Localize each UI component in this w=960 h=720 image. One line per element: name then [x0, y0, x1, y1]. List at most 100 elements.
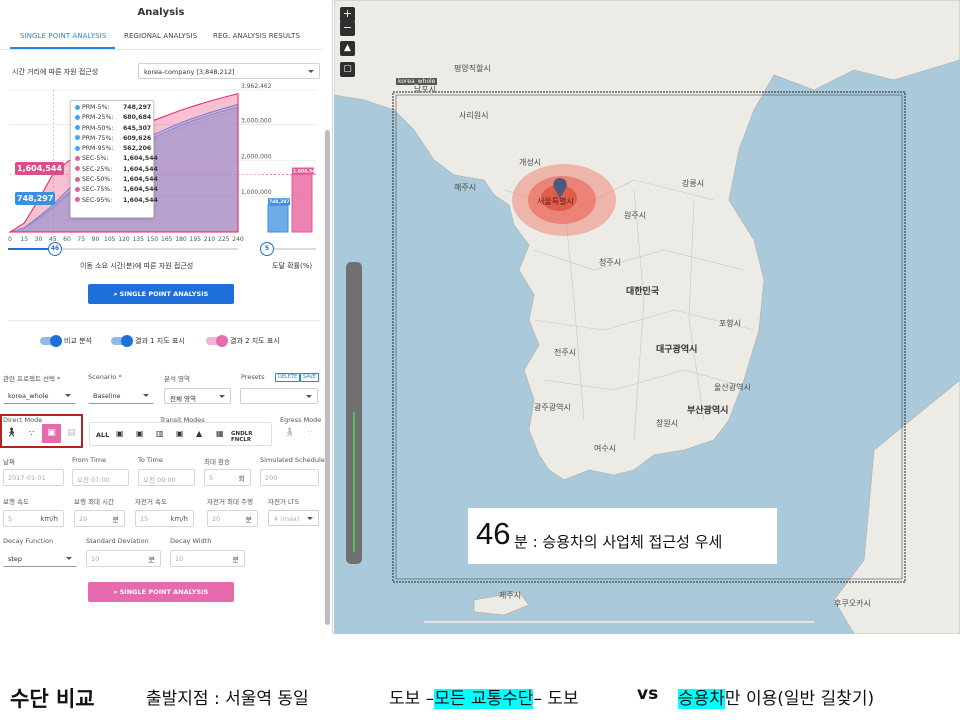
- scenario-label: Scenario *: [88, 373, 122, 381]
- caption-text: 분 : 승용차의 사업체 접근성 우세: [514, 533, 723, 551]
- map-label: 후쿠오카시: [834, 599, 871, 608]
- zoom-out-button[interactable]: −: [340, 21, 355, 36]
- fullscreen-icon[interactable]: ▢: [340, 62, 355, 77]
- map-label: 대구광역시: [656, 345, 698, 355]
- map-time-slider-fill: [353, 412, 355, 552]
- toggle-knob: [50, 335, 62, 347]
- decay-width-label: Decay Width: [170, 537, 212, 545]
- walk-max-unit: 분: [112, 516, 119, 524]
- footer-compare-b: 승용차만 이용(일반 길찾기): [678, 684, 874, 709]
- sim-schedule-field[interactable]: 200: [260, 469, 319, 486]
- x-tick-label: 75: [77, 236, 85, 243]
- max-transfer-field[interactable]: 5회: [204, 469, 251, 486]
- accessibility-chart: 748,2971,604,544 0 15 30 45 60 75 90 105 120 135 1…: [8, 83, 318, 243]
- tooltip-row: PRM-25%: 680,684: [75, 114, 151, 124]
- run-button-label: SINGLE POINT ANALYSIS: [119, 290, 209, 298]
- egress-bike-icon[interactable]: ∵: [300, 424, 319, 443]
- std-field[interactable]: 10 분: [86, 550, 161, 567]
- panel-scrollbar[interactable]: [325, 130, 330, 625]
- result1-toggle[interactable]: [111, 335, 133, 347]
- tram-icon[interactable]: ▣: [136, 429, 144, 438]
- decay-width-field[interactable]: 10 분: [170, 550, 245, 567]
- prob-slider-handle[interactable]: 5: [260, 242, 274, 256]
- region-select[interactable]: 전체 영역: [164, 388, 231, 404]
- bike-lts-select[interactable]: 4 (max): [268, 510, 319, 526]
- to-time-field[interactable]: 오전 09:00: [138, 469, 195, 486]
- bike-max-field[interactable]: 20 분: [207, 510, 258, 527]
- series-dot-icon: [75, 104, 80, 110]
- result2-toggle[interactable]: [206, 335, 228, 347]
- cable-car-icon[interactable]: ▦: [216, 429, 224, 438]
- delete-preset-button[interactable]: DELETE: [275, 373, 301, 382]
- series-dot-icon: [75, 145, 80, 151]
- region-label: 분석 영역: [164, 375, 190, 383]
- map-label: 청주시: [599, 258, 622, 267]
- tooltip-series-name: SEC-75%:: [82, 186, 113, 194]
- walk-max-field[interactable]: 20 분: [74, 510, 125, 527]
- panel-title: Analysis: [137, 7, 185, 18]
- zoom-in-button[interactable]: +: [340, 7, 355, 22]
- series-dot-icon: [75, 155, 80, 161]
- tab-regional[interactable]: REGIONAL ANALYSIS: [124, 32, 197, 40]
- map-time-slider[interactable]: [346, 262, 362, 564]
- x-tick-label: 0: [8, 236, 12, 243]
- walk-speed-field[interactable]: 5 km/h: [3, 510, 64, 527]
- transit-all-button[interactable]: ALL: [96, 431, 109, 439]
- bike-speed-field[interactable]: 15 km/h: [135, 510, 194, 527]
- std-value: 10: [91, 555, 100, 563]
- decay-fn-select[interactable]: step: [3, 551, 77, 567]
- tooltip-series-name: SEC-95%:: [82, 196, 113, 204]
- date-field[interactable]: 2017-01-01: [3, 469, 64, 486]
- tooltip-row: SEC-25%: 1,604,544: [75, 166, 158, 176]
- tooltip-row: PRM-5%: 748,297: [75, 104, 152, 114]
- subway-icon[interactable]: ▥: [156, 429, 164, 438]
- max-transfer-unit: 회: [238, 475, 245, 483]
- presets-select[interactable]: [240, 388, 318, 404]
- ferry-icon[interactable]: ▲: [196, 429, 202, 438]
- series-dot-icon: [75, 186, 80, 192]
- x-tick-label: 105: [104, 236, 116, 243]
- map-label: 사리원시: [459, 111, 489, 120]
- series-dot-icon: [75, 114, 80, 120]
- tab-single-point[interactable]: SINGLE POINT ANALYSIS: [20, 32, 106, 40]
- rail-icon[interactable]: ▣: [176, 429, 184, 438]
- region-select-value: 전체 영역: [170, 395, 196, 403]
- walk-max-label: 보행 최대 시간: [74, 498, 115, 506]
- save-preset-button[interactable]: SAVE: [300, 373, 319, 382]
- car-icon[interactable]: ▣: [42, 424, 61, 443]
- bike-icon[interactable]: ∵: [22, 424, 41, 443]
- divider: [8, 320, 320, 321]
- map-label: 부산광역시: [687, 406, 729, 416]
- egress-walk-icon[interactable]: 🚶︎: [280, 424, 299, 443]
- map-label: 대한민국: [626, 287, 660, 297]
- gondola-funicular-button[interactable]: GNDLR FNCLR: [231, 431, 271, 443]
- project-select[interactable]: korea_whole: [3, 388, 76, 404]
- bike-max-label: 자전거 최대 주행: [207, 498, 253, 506]
- tab-reg-results[interactable]: REG. ANALYSIS RESULTS: [213, 32, 300, 40]
- y-ticks: 3,962,462 3,000,000 2,000,000 1,000,000: [241, 83, 272, 196]
- dataset-select[interactable]: korea-company [3,848,212]: [138, 63, 320, 79]
- egress-mode-label: Egress Mode: [280, 416, 322, 424]
- single-point-analysis-button-2[interactable]: ⌕ SINGLE POINT ANALYSIS: [88, 582, 234, 602]
- compass-icon[interactable]: ▲: [340, 41, 355, 56]
- compare-toggle-label: 비교 분석: [64, 337, 92, 345]
- map-label: 남포시: [414, 85, 437, 94]
- walk-icon[interactable]: 🚶︎: [2, 424, 21, 443]
- time-slider-handle[interactable]: 46: [48, 242, 62, 256]
- decay-width-unit: 분: [232, 556, 239, 564]
- from-time-field[interactable]: 오전 07:00: [72, 469, 129, 486]
- map-horizontal-scroll[interactable]: [424, 621, 814, 623]
- series-dot-icon: [75, 135, 80, 141]
- scenario-select[interactable]: Baseline: [88, 388, 154, 404]
- chevron-down-icon: [66, 557, 72, 560]
- series-dot-icon: [75, 166, 80, 172]
- map-label: 울산광역시: [714, 383, 751, 392]
- bus-icon[interactable]: ▣: [116, 429, 124, 438]
- tooltip-series-name: PRM-5%:: [82, 104, 110, 111]
- from-time-label: From Time: [72, 456, 107, 464]
- bike-share-icon[interactable]: ▤: [62, 424, 81, 443]
- compare-toggle[interactable]: [40, 335, 62, 347]
- max-transfer-value: 5: [209, 474, 214, 482]
- tooltip-series-value: 748,297: [123, 104, 152, 111]
- single-point-analysis-button[interactable]: ⌕ SINGLE POINT ANALYSIS: [88, 284, 234, 304]
